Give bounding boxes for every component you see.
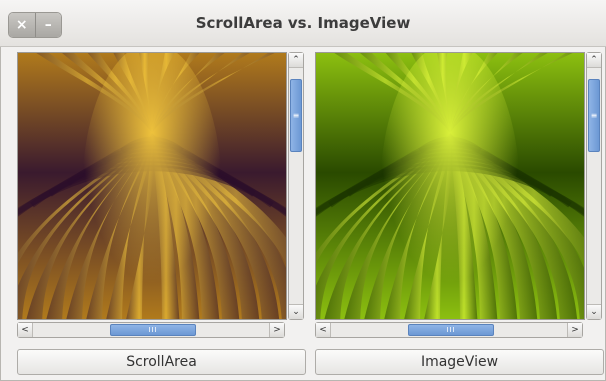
scroll-down-arrow-icon[interactable]: ⌄ [289, 304, 303, 319]
scroll-left-arrow-icon[interactable]: < [18, 323, 33, 337]
imageview-pane: ⌃ ≡ ⌄ < III > [315, 52, 604, 340]
scrollarea-pane: ⌃ ≡ ⌄ < III > [17, 52, 306, 340]
scroll-down-arrow-icon[interactable]: ⌄ [587, 304, 601, 319]
imageview-image [316, 53, 584, 319]
imageview-viewport[interactable] [315, 52, 585, 320]
vertical-scroll-thumb[interactable]: ≡ [290, 79, 302, 152]
image-glow [82, 53, 222, 319]
horizontal-scrollbar[interactable]: < III > [315, 322, 583, 338]
horizontal-scrollbar[interactable]: < III > [17, 322, 285, 338]
image-glow [380, 53, 520, 319]
scroll-left-arrow-icon[interactable]: < [316, 323, 331, 337]
vertical-scrollbar[interactable]: ⌃ ≡ ⌄ [586, 52, 602, 320]
vertical-scroll-thumb[interactable]: ≡ [588, 79, 600, 152]
scroll-up-arrow-icon[interactable]: ⌃ [289, 53, 303, 68]
scrollarea-image [18, 53, 286, 319]
scrollarea-button[interactable]: ScrollArea [17, 349, 306, 375]
scroll-right-arrow-icon[interactable]: > [567, 323, 582, 337]
horizontal-scroll-thumb[interactable]: III [110, 324, 196, 336]
horizontal-scroll-thumb[interactable]: III [408, 324, 494, 336]
scroll-right-arrow-icon[interactable]: > [269, 323, 284, 337]
vertical-scrollbar[interactable]: ⌃ ≡ ⌄ [288, 52, 304, 320]
scrollarea-viewport[interactable] [17, 52, 287, 320]
imageview-button[interactable]: ImageView [315, 349, 604, 375]
scroll-up-arrow-icon[interactable]: ⌃ [587, 53, 601, 68]
title-bar: × – ScrollArea vs. ImageView [0, 0, 606, 47]
window-title: ScrollArea vs. ImageView [195, 14, 411, 32]
